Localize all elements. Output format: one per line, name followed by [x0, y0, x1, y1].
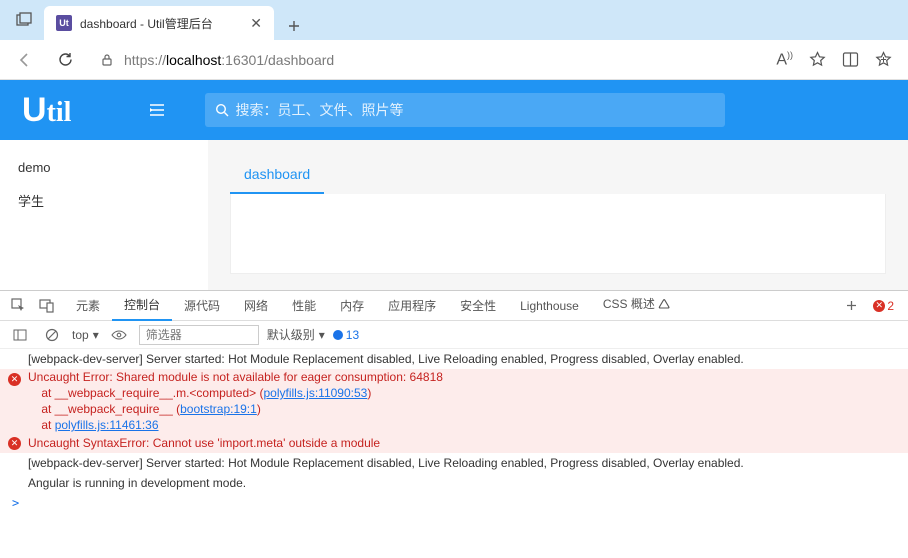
- dt-tab-performance[interactable]: 性能: [280, 291, 328, 321]
- log-level-select[interactable]: 默认级别 ▾: [267, 326, 325, 343]
- app-logo[interactable]: Util: [22, 91, 71, 130]
- clear-icon: [45, 328, 59, 342]
- address-bar: https://localhost:16301/dashboard A)): [0, 40, 908, 80]
- tab-close-button[interactable]: ✕: [250, 15, 262, 32]
- dt-tab-security[interactable]: 安全性: [448, 291, 508, 321]
- console-output[interactable]: [webpack-dev-server] Server started: Hot…: [0, 349, 908, 558]
- message-count: 13: [333, 328, 359, 342]
- plus-icon: [845, 299, 858, 312]
- refresh-button[interactable]: [50, 45, 80, 75]
- tab-overview-button[interactable]: [8, 4, 40, 36]
- error-badge[interactable]: ✕2: [873, 299, 894, 313]
- dt-tab-network[interactable]: 网络: [232, 291, 280, 321]
- devices-icon: [39, 298, 54, 313]
- sidebar: demo 学生: [0, 140, 208, 290]
- new-tab-button[interactable]: [280, 12, 308, 40]
- dt-tab-lighthouse[interactable]: Lighthouse: [508, 291, 591, 321]
- error-block: ✕Uncaught SyntaxError: Cannot use 'impor…: [0, 433, 908, 453]
- error-block: ✕ Uncaught Error: Shared module is not a…: [0, 369, 908, 433]
- collections-icon: [875, 51, 892, 68]
- stack-link[interactable]: polyfills.js:11090:53: [263, 386, 367, 400]
- read-aloud-button[interactable]: A)): [776, 50, 793, 69]
- devtools-panel: 元素 控制台 源代码 网络 性能 内存 应用程序 安全性 Lighthouse …: [0, 290, 908, 558]
- sidebar-toggle[interactable]: [149, 103, 165, 117]
- log-line: [webpack-dev-server] Server started: Hot…: [0, 453, 908, 473]
- more-tabs-button[interactable]: [839, 294, 863, 318]
- log-line: Angular is running in development mode.: [0, 473, 908, 493]
- tab-bar: Ut dashboard - Util管理后台 ✕: [0, 0, 908, 40]
- split-screen-button[interactable]: [842, 51, 859, 68]
- error-line: Uncaught Error: Shared module is not ava…: [0, 369, 908, 385]
- browser-tab[interactable]: Ut dashboard - Util管理后台 ✕: [44, 6, 274, 40]
- browser-chrome: Ut dashboard - Util管理后台 ✕ https://localh…: [0, 0, 908, 80]
- address-actions: A)): [776, 50, 898, 69]
- inspect-button[interactable]: [6, 294, 30, 318]
- dt-tab-elements[interactable]: 元素: [64, 291, 112, 321]
- favorite-button[interactable]: [809, 51, 826, 68]
- content-tabs: dashboard: [208, 140, 908, 194]
- error-icon: ✕: [8, 437, 21, 450]
- dt-tab-console[interactable]: 控制台: [112, 291, 172, 321]
- sidebar-item-demo[interactable]: demo: [0, 152, 208, 183]
- context-select[interactable]: top ▾: [72, 328, 99, 342]
- devtools-tabs: 元素 控制台 源代码 网络 性能 内存 应用程序 安全性 Lighthouse …: [0, 291, 908, 321]
- dt-tab-memory[interactable]: 内存: [328, 291, 376, 321]
- tabs-icon: [16, 12, 32, 28]
- content-area: dashboard: [208, 140, 908, 290]
- omnibox[interactable]: https://localhost:16301/dashboard: [90, 45, 766, 75]
- error-line: at __webpack_require__ (bootstrap:19:1): [0, 401, 908, 417]
- sidebar-item-student[interactable]: 学生: [0, 183, 208, 218]
- inspect-icon: [11, 298, 26, 313]
- clear-console-button[interactable]: [40, 323, 64, 347]
- device-toggle[interactable]: [34, 294, 58, 318]
- url-text: https://localhost:16301/dashboard: [124, 52, 334, 68]
- error-line: at polyfills.js:11461:36: [0, 417, 908, 433]
- tab-title: dashboard - Util管理后台: [80, 15, 242, 32]
- console-prompt[interactable]: >: [0, 493, 908, 513]
- log-line: [webpack-dev-server] Server started: Hot…: [0, 349, 908, 369]
- content-canvas: [230, 194, 886, 274]
- app-header: Util: [0, 80, 908, 140]
- plus-icon: [287, 19, 301, 33]
- live-expression-button[interactable]: [107, 323, 131, 347]
- arrow-left-icon: [16, 51, 34, 69]
- stack-link[interactable]: bootstrap:19:1: [180, 402, 257, 416]
- app-body: demo 学生 dashboard: [0, 140, 908, 290]
- filter-input[interactable]: [139, 325, 259, 345]
- console-toolbar: top ▾ 默认级别 ▾ 13: [0, 321, 908, 349]
- search-input[interactable]: [235, 102, 715, 118]
- dt-tab-cssoverview[interactable]: CSS 概述 🛆: [591, 291, 682, 321]
- lock-icon: [100, 53, 114, 67]
- panel-icon: [13, 328, 27, 342]
- stack-link[interactable]: polyfills.js:11461:36: [55, 418, 159, 432]
- dt-tab-application[interactable]: 应用程序: [376, 291, 448, 321]
- eye-icon: [111, 329, 127, 341]
- sidebar-toggle-button[interactable]: [8, 323, 32, 347]
- dt-tab-sources[interactable]: 源代码: [172, 291, 232, 321]
- tab-dashboard[interactable]: dashboard: [230, 160, 324, 194]
- tab-favicon: Ut: [56, 15, 72, 31]
- search-box[interactable]: [205, 93, 725, 127]
- error-icon: ✕: [8, 373, 21, 386]
- star-icon: [809, 51, 826, 68]
- refresh-icon: [57, 51, 74, 68]
- collections-button[interactable]: [875, 51, 892, 68]
- back-button[interactable]: [10, 45, 40, 75]
- split-icon: [842, 51, 859, 68]
- search-icon: [215, 103, 229, 117]
- error-line: at __webpack_require__.m.<computed> (pol…: [0, 385, 908, 401]
- menu-fold-icon: [149, 103, 165, 117]
